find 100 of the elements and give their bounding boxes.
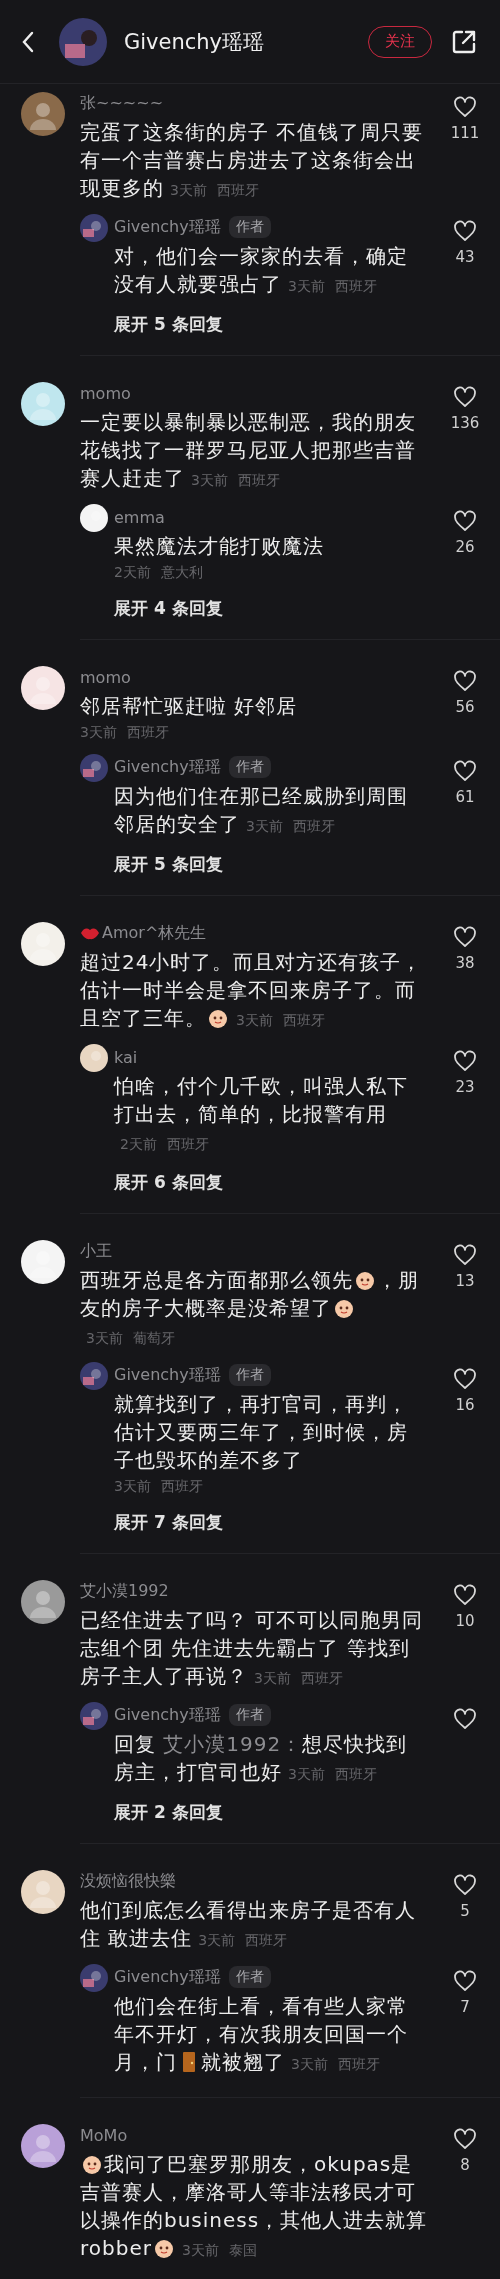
comment-time: 3天前 [181,2242,219,2258]
user-name[interactable]: Givenchy瑶瑶 [114,1704,221,1726]
like-count: 16 [455,1396,475,1414]
comment-text: 已经住进去了吗？ 可不可以同胞男同志组个团 先住进去先霸占了 等找到房子主人了再说？ 3天前 西班牙 [80,1607,425,1690]
avatar[interactable] [21,666,65,710]
heart-icon[interactable] [453,1970,477,1992]
like-count: 56 [455,698,475,716]
heart-icon[interactable] [453,386,477,408]
reply-text: 果然魔法才能打败魔法 [114,533,325,560]
comment-text: 西班牙总是各方面都那么领先 ，朋友的房子大概率是没希望了 3天前 葡萄牙 [80,1267,420,1348]
comment-location: 西班牙 [282,1012,325,1028]
heart-icon[interactable] [453,670,477,692]
comment-text: 我问了巴塞罗那朋友，okupas是吉普赛人，摩洛哥人等非法移民才可以操作的business，其他人进去就算robber 3天前 泰国 [80,2151,429,2262]
user-name[interactable]: Givenchy瑶瑶 [114,756,221,778]
mention-link[interactable]: 艾小漠1992： [163,1732,303,1756]
author-tag: 作者 [228,756,271,778]
author-tag: 作者 [228,1364,271,1386]
comment-location: 西班牙 [245,1932,288,1948]
emoji-face-icon [81,2153,103,2175]
author-tag: 作者 [228,1704,271,1726]
like-count: 61 [455,788,475,806]
comment-text: 邻居帮忙驱赶啦 好邻居 [80,693,299,720]
user-name[interactable]: 艾小漠1992 [80,1580,169,1602]
expand-replies-link[interactable]: 展开 4 条回复 [114,596,223,620]
like-count: 7 [460,1998,470,2016]
expand-replies-link[interactable]: 展开 5 条回复 [114,852,223,876]
user-name[interactable]: MoMo [80,2125,128,2145]
reply-time: 3天前 [114,1478,151,1494]
comment-time: 3天前 [236,1012,273,1028]
heart-icon[interactable] [453,220,477,242]
comment-location: 泰国 [228,2242,257,2258]
comment-time: 3天前 [86,1330,123,1346]
emoji-face-icon [333,1297,355,1319]
comment-location: 西班牙 [237,472,280,488]
reply-location: 西班牙 [334,278,377,294]
heart-icon[interactable] [453,1708,477,1730]
comment-text: 完蛋了这条街的房子 不值钱了周只要有一个吉普赛占房进去了这条街会出现更多的 3天前 西班牙 [80,119,425,202]
like-count: 13 [455,1272,475,1290]
comment-text: 超过24小时了。而且对方还有孩子，估计一时半会是拿不回来房子了。而且空了三年。 3天前 西班牙 [80,949,424,1032]
avatar[interactable] [80,504,108,532]
reply-time: 3天前 [291,2056,328,2072]
like-count: 23 [455,1078,475,1096]
user-name[interactable]: momo [80,667,131,687]
avatar[interactable] [21,382,65,426]
user-name[interactable]: emma [114,507,165,527]
comment-location: 西班牙 [126,724,169,740]
avatar[interactable] [21,2124,65,2168]
heart-icon[interactable] [453,1874,477,1896]
emoji-face-icon [152,2237,175,2259]
heart-icon[interactable] [453,1050,477,1072]
like-count: 5 [460,1902,470,1920]
heart-icon[interactable] [453,510,477,532]
avatar[interactable] [21,1240,65,1284]
reply-text: 因为他们住在那已经威胁到周围邻居的安全了 3天前 西班牙 [114,783,409,838]
comment-text: 一定要以暴制暴以恶制恶，我的朋友花钱找了一群罗马尼亚人把那些吉普赛人赶走了 3天前 西班牙 [80,409,417,492]
heart-icon[interactable] [453,926,477,948]
heart-icon[interactable] [453,1244,477,1266]
expand-replies-link[interactable]: 展开 5 条回复 [114,312,223,336]
reply-time: 2天前 [114,564,151,580]
reply-time: 3天前 [288,278,325,294]
like-count: 136 [450,414,480,432]
user-name[interactable]: kai [114,1047,138,1067]
like-count: 38 [455,954,475,972]
expand-replies-link[interactable]: 展开 6 条回复 [114,1170,223,1194]
avatar[interactable] [21,1580,65,1624]
heart-icon[interactable] [453,2128,477,2150]
avatar[interactable] [21,922,65,966]
reply-time: 3天前 [246,818,283,834]
reply-location: 西班牙 [337,2056,380,2072]
user-name[interactable]: Amor^林先生 [102,922,207,944]
like-count: 111 [450,124,480,142]
avatar[interactable] [21,92,65,136]
comment-time: 3天前 [170,182,207,198]
comment-location: 葡萄牙 [132,1330,175,1346]
reply-location: 西班牙 [166,1136,209,1152]
avatar[interactable] [80,1044,108,1072]
reply-text: 就算找到了，再打官司，再判，估计又要两三年了，到时候，房子也毁坏的差不多了 [114,1391,409,1474]
user-name[interactable]: Givenchy瑶瑶 [114,216,221,238]
reply-location: 西班牙 [160,1478,203,1494]
emoji-face-icon [354,1269,376,1291]
user-name[interactable]: Givenchy瑶瑶 [114,1364,221,1386]
user-name[interactable]: momo [80,383,131,403]
heart-icon[interactable] [453,1368,477,1390]
expand-replies-link[interactable]: 展开 7 条回复 [114,1510,223,1534]
heart-icon[interactable] [453,760,477,782]
avatar[interactable] [21,1870,65,1914]
user-name[interactable]: Givenchy瑶瑶 [114,1966,221,1988]
user-name[interactable]: 张~~~~~ [80,92,164,114]
back-icon[interactable] [21,29,35,54]
heart-icon[interactable] [453,96,477,118]
heart-icon[interactable] [453,1584,477,1606]
emoji-face-icon [207,1007,229,1029]
comment-time: 3天前 [80,724,117,740]
reply-text: 怕啥，付个几千欧，叫强人私下打出去，简单的，比报警有用 2天前 西班牙 [114,1073,409,1154]
expand-replies-link[interactable]: 展开 2 条回复 [114,1800,223,1824]
user-name[interactable]: 没烦恼很快樂 [80,1870,176,1892]
user-name[interactable]: 小王 [80,1240,112,1262]
author-tag: 作者 [228,1966,271,1988]
reply-text: 他们会在街上看，看有些人家常年不开灯，有次我朋友回国一个月，门 就被翘了 3天前 西班牙 [114,1993,409,2076]
comment-time: 3天前 [198,1932,236,1948]
